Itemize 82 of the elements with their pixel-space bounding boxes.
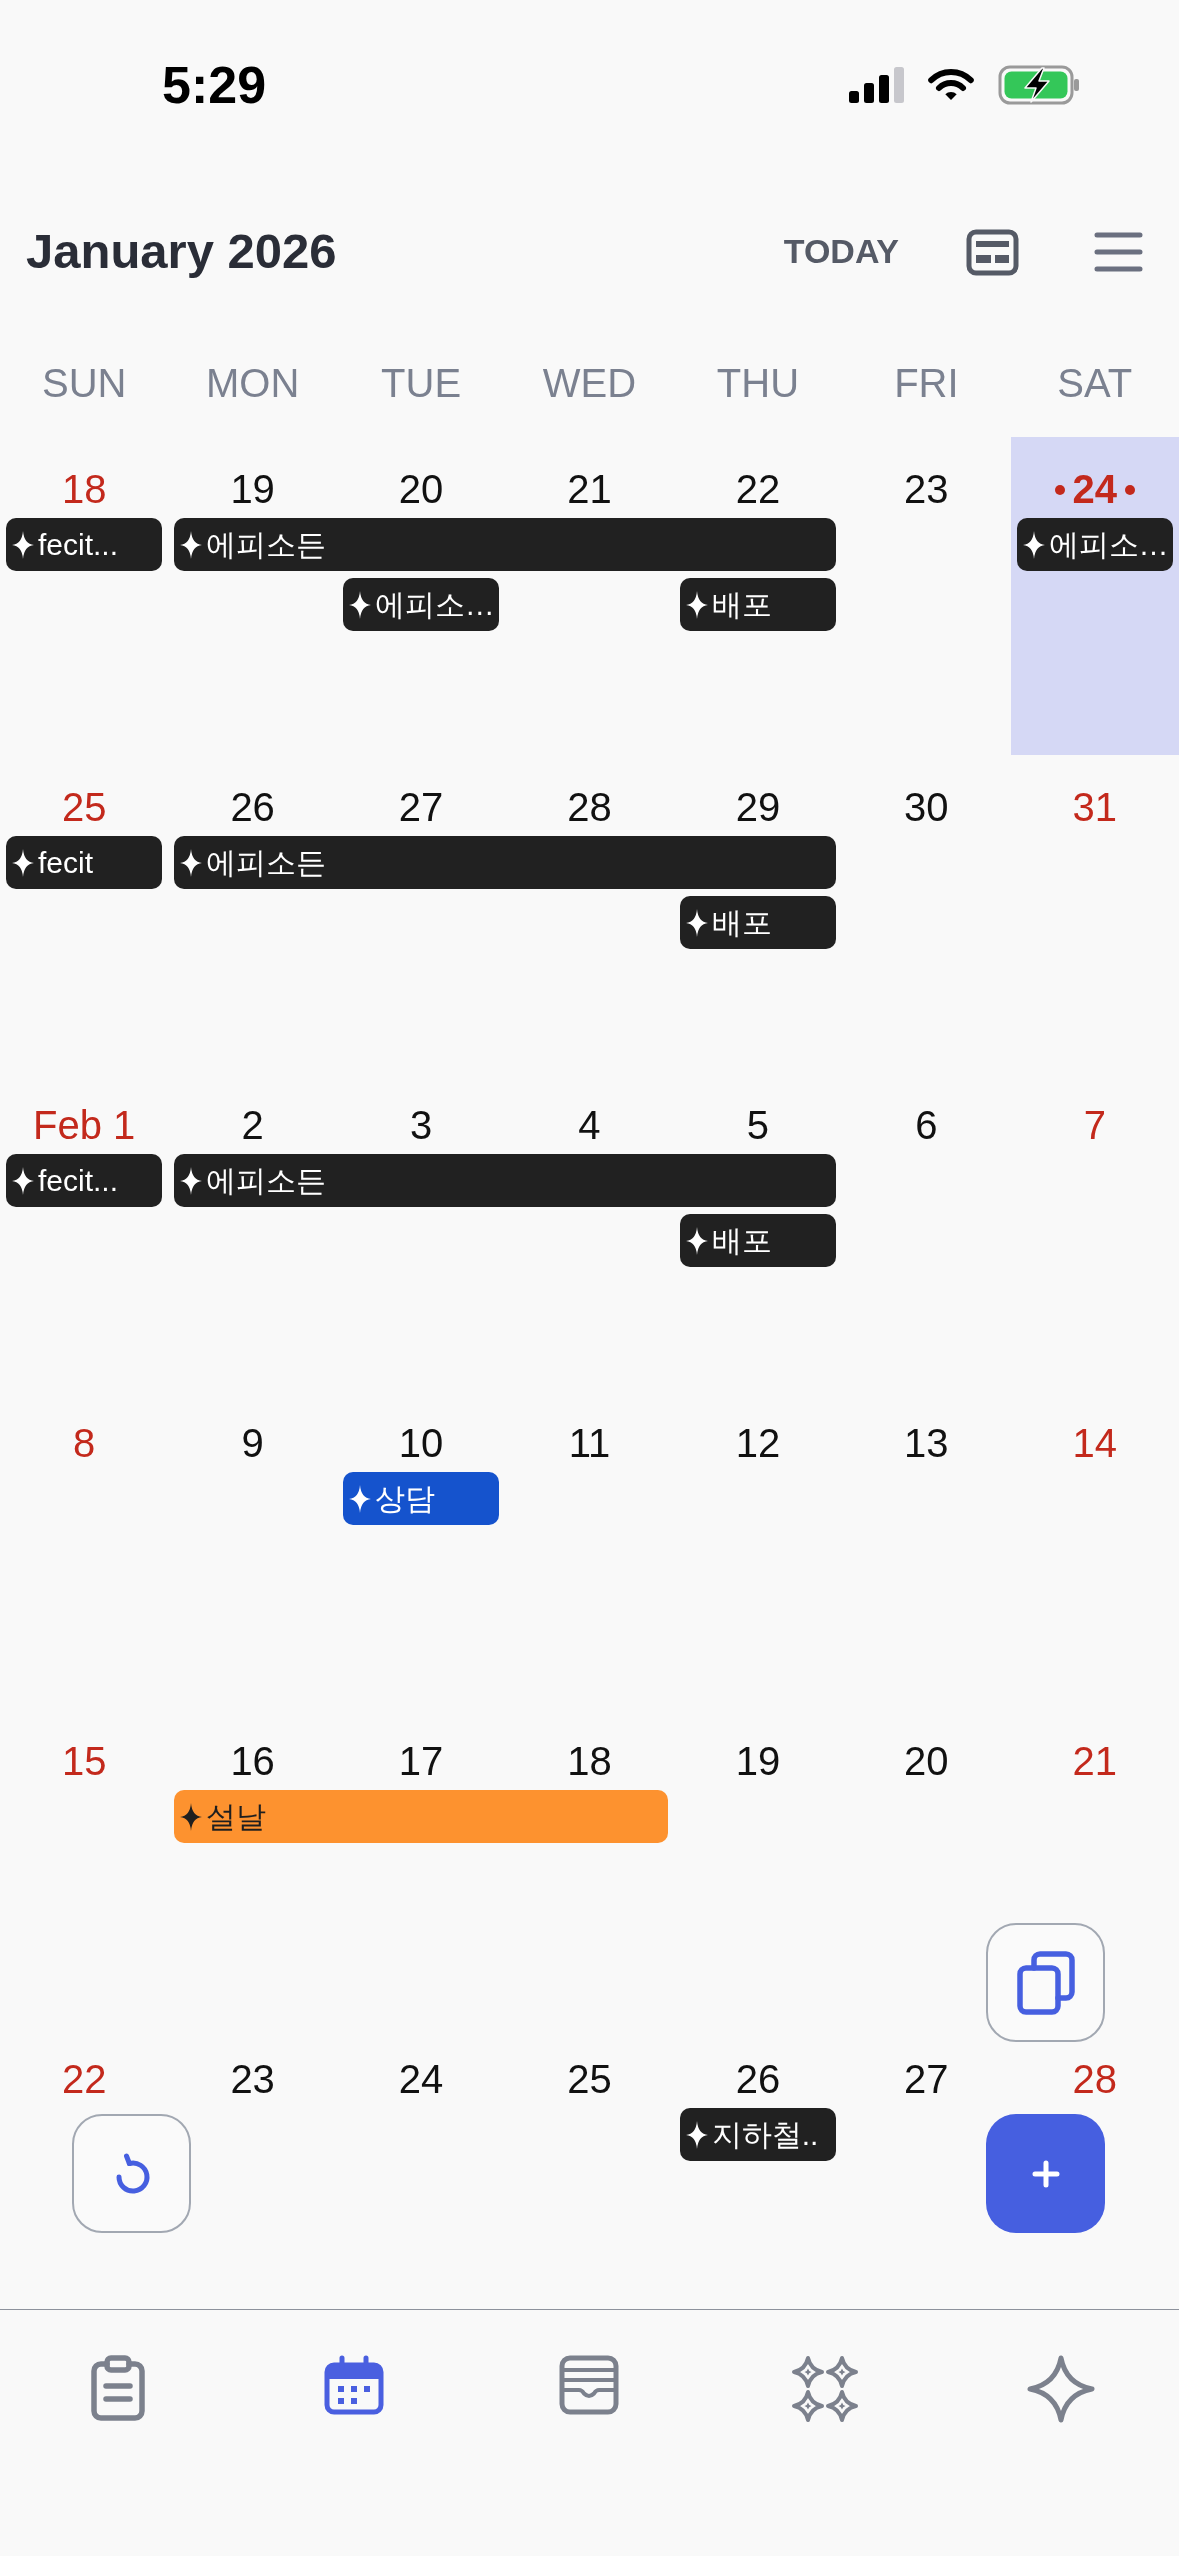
day-number[interactable]: 17 bbox=[398, 1739, 444, 1783]
event-bar[interactable]: fecit... bbox=[6, 1154, 163, 1207]
day-number[interactable]: 30 bbox=[904, 785, 949, 829]
day-number[interactable]: 26 bbox=[230, 785, 275, 829]
event-bar[interactable]: 배포 bbox=[679, 578, 837, 631]
day-number[interactable]: 22 bbox=[61, 2057, 107, 2101]
day-number[interactable]: 12 bbox=[735, 1421, 781, 1465]
day-number[interactable]: 10 bbox=[398, 1421, 444, 1465]
weekday-label: TUE bbox=[381, 361, 462, 405]
day-number[interactable]: 8 bbox=[73, 1421, 96, 1465]
event-bar[interactable]: 배포 bbox=[679, 1214, 837, 1267]
calendar-icon[interactable] bbox=[323, 2355, 384, 2415]
add-button[interactable] bbox=[986, 2114, 1105, 2233]
day-number[interactable]: 23 bbox=[904, 467, 949, 511]
day-number[interactable]: 2 bbox=[241, 1103, 264, 1147]
weekday-label: SUN bbox=[42, 361, 127, 405]
refresh-button[interactable] bbox=[72, 2114, 191, 2233]
today-button[interactable]: TODAY bbox=[783, 233, 899, 271]
tray-icon[interactable] bbox=[559, 2355, 620, 2415]
day-number[interactable]: 6 bbox=[915, 1103, 938, 1147]
day-number[interactable]: 21 bbox=[1072, 1739, 1118, 1783]
battery-charging-icon bbox=[998, 65, 1080, 105]
day-number[interactable]: 15 bbox=[61, 1739, 107, 1783]
today-dot-icon bbox=[1125, 485, 1136, 495]
event-bar[interactable]: fecit... bbox=[6, 518, 163, 571]
event-bar[interactable]: 설날 bbox=[174, 1790, 668, 1843]
event-bar[interactable]: fecit bbox=[6, 836, 163, 889]
day-number[interactable]: Feb 1 bbox=[33, 1103, 136, 1147]
today-dot-icon bbox=[1054, 485, 1065, 495]
plus-icon bbox=[1031, 2159, 1060, 2188]
day-number[interactable]: 28 bbox=[567, 785, 612, 829]
day-number[interactable]: 21 bbox=[567, 467, 612, 511]
status-time: 5:29 bbox=[162, 59, 267, 111]
copy-button[interactable] bbox=[986, 1923, 1105, 2042]
day-number[interactable]: 27 bbox=[398, 785, 444, 829]
day-number[interactable]: 18 bbox=[61, 467, 107, 511]
day-number[interactable]: 19 bbox=[230, 467, 275, 511]
day-number[interactable]: 22 bbox=[735, 467, 781, 511]
day-number[interactable]: 29 bbox=[735, 785, 781, 829]
menu-icon[interactable] bbox=[1094, 231, 1143, 273]
day-number[interactable]: 25 bbox=[61, 785, 107, 829]
clipboard-icon[interactable] bbox=[90, 2355, 145, 2421]
day-number[interactable]: 20 bbox=[398, 467, 444, 511]
day-number[interactable]: 19 bbox=[735, 1739, 781, 1783]
event-bar[interactable]: 에피소… bbox=[1016, 518, 1173, 571]
day-number[interactable]: 26 bbox=[735, 2057, 781, 2101]
day-number[interactable]: 13 bbox=[904, 1421, 949, 1465]
day-number[interactable]: 5 bbox=[746, 1103, 770, 1147]
day-number[interactable]: 11 bbox=[568, 1421, 611, 1465]
day-number[interactable]: 27 bbox=[904, 2057, 949, 2101]
event-bar[interactable]: 에피소… bbox=[342, 578, 500, 631]
day-number[interactable]: 25 bbox=[567, 2057, 612, 2101]
day-number[interactable]: 24 bbox=[1072, 467, 1118, 511]
weekday-label: WED bbox=[542, 361, 637, 405]
four-sparkles-icon[interactable] bbox=[791, 2355, 860, 2423]
day-number[interactable]: 18 bbox=[567, 1739, 612, 1783]
weekday-label: THU bbox=[716, 361, 800, 405]
layout-icon[interactable] bbox=[966, 228, 1019, 276]
day-number[interactable]: 24 bbox=[398, 2057, 444, 2101]
day-number[interactable]: 16 bbox=[230, 1739, 275, 1783]
day-number[interactable]: 3 bbox=[409, 1103, 433, 1147]
event-bar[interactable]: 에피소든 bbox=[174, 1154, 837, 1207]
day-number[interactable]: 20 bbox=[904, 1739, 949, 1783]
sparkle-icon[interactable] bbox=[1027, 2355, 1096, 2423]
month-title: January 2026 bbox=[26, 225, 337, 279]
day-number[interactable]: 14 bbox=[1072, 1421, 1118, 1465]
event-bar[interactable]: 배포 bbox=[679, 896, 837, 949]
weekday-label: SAT bbox=[1057, 361, 1133, 405]
event-bar[interactable]: 지하철.. bbox=[679, 2108, 837, 2161]
day-number[interactable]: 23 bbox=[230, 2057, 275, 2101]
signal-icon bbox=[849, 67, 904, 103]
day-number[interactable]: 9 bbox=[241, 1421, 264, 1465]
event-bar[interactable]: 에피소든 bbox=[174, 836, 837, 889]
event-bar[interactable]: 에피소든 bbox=[174, 518, 837, 571]
event-bar[interactable]: 상담 bbox=[342, 1472, 500, 1525]
day-number[interactable]: 7 bbox=[1083, 1103, 1106, 1147]
copy-icon bbox=[1016, 1950, 1075, 2015]
weekday-label: FRI bbox=[894, 361, 959, 405]
day-number[interactable]: 31 bbox=[1072, 785, 1118, 829]
day-number[interactable]: 4 bbox=[578, 1103, 601, 1147]
weekday-label: MON bbox=[205, 361, 300, 405]
day-number[interactable]: 28 bbox=[1072, 2057, 1118, 2101]
